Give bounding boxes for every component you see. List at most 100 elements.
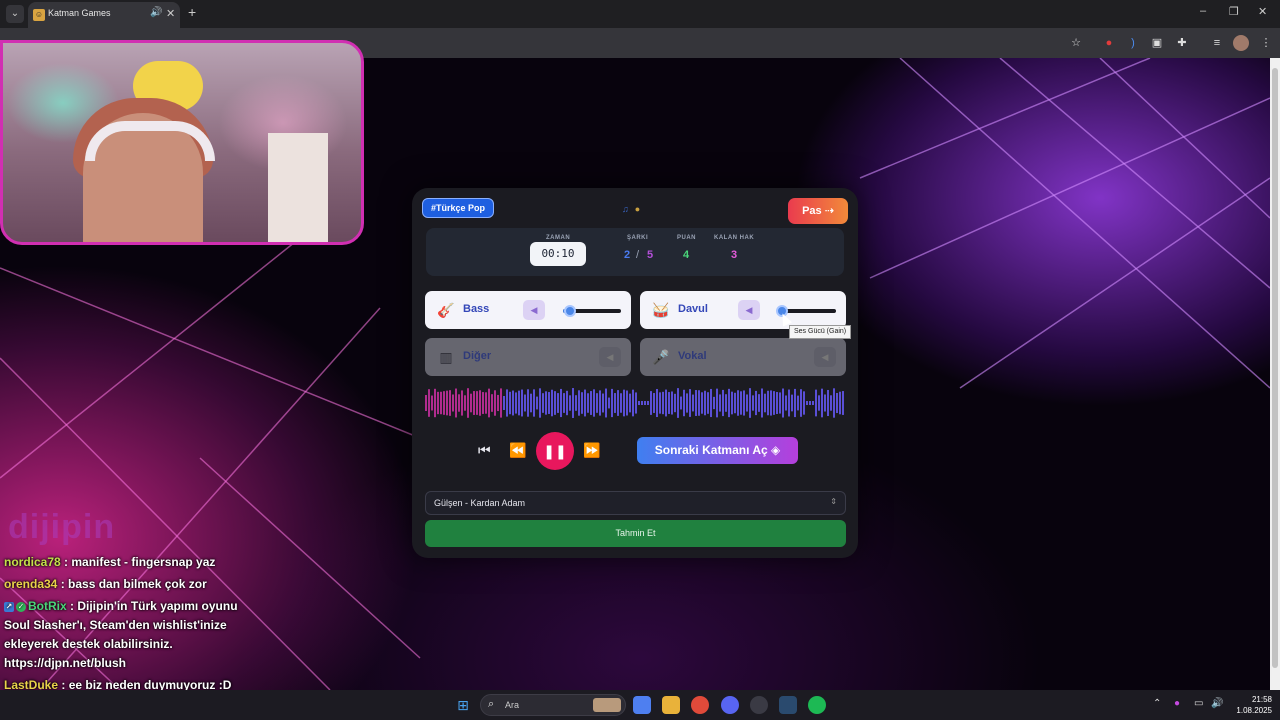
window-minimize-button[interactable]: – — [1200, 5, 1206, 17]
layer-bass[interactable]: 🎸 Bass ◀ — [425, 291, 631, 329]
verified-badge-icon: ✓ — [16, 601, 26, 612]
waveform-bar — [473, 391, 475, 415]
tab-audio-icon[interactable]: 🔊 — [150, 7, 162, 18]
waveform-bar — [485, 392, 487, 414]
discord-icon[interactable] — [721, 696, 739, 714]
pas-button[interactable]: Pas ⇢ — [788, 198, 848, 224]
obs-icon[interactable] — [750, 696, 768, 714]
chat-text: https://djpn.net/blush — [4, 656, 126, 670]
extension-twitch-icon[interactable]: ▣ — [1149, 35, 1165, 51]
davul-mute-button[interactable]: ◀ — [738, 300, 760, 320]
chat-text: : manifest - fingersnap yaz — [60, 555, 216, 569]
waveform-bar — [701, 392, 703, 414]
copilot-icon[interactable] — [633, 696, 651, 714]
tray-chevron-icon[interactable]: ⌃ — [1153, 698, 1161, 709]
time-label: ZAMAN — [546, 235, 571, 241]
file-explorer-icon[interactable] — [662, 696, 680, 714]
waveform-bar — [692, 394, 694, 412]
waveform-bar — [671, 391, 673, 415]
waveform-bar — [761, 388, 763, 418]
waveform-bar — [464, 395, 466, 411]
waveform-bar — [680, 396, 682, 410]
browser-menu-icon[interactable]: ⋮ — [1258, 35, 1274, 51]
waveform-bar — [746, 394, 748, 412]
pause-button[interactable]: ❚❚ — [536, 432, 574, 470]
waveform-bar — [578, 390, 580, 416]
waveform-bar — [425, 395, 427, 411]
dijipin-logo: dijipin — [8, 508, 116, 546]
media-controls-icon[interactable]: ≡ — [1209, 35, 1225, 51]
chat-message: https://djpn.net/blush — [4, 656, 126, 670]
extensions-puzzle-icon[interactable]: ✚ — [1174, 35, 1190, 51]
taskbar-search[interactable]: ⌕ Ara — [480, 694, 626, 716]
vokal-mute-button: ◀ — [814, 347, 836, 367]
waveform-bar — [596, 393, 598, 413]
score-label: PUAN — [677, 235, 697, 241]
rewind-icon[interactable]: ⏪ — [509, 442, 526, 459]
waveform-bar — [581, 392, 583, 414]
microphone-tray-icon[interactable]: ● — [1174, 698, 1180, 709]
waveform-bar — [731, 391, 733, 415]
waveform-bar — [446, 390, 448, 416]
tab-close-icon[interactable]: ✕ — [166, 7, 175, 20]
waveform-bar — [665, 389, 667, 417]
bookmark-star-icon[interactable]: ☆ — [1068, 35, 1084, 51]
waveform-bar — [620, 393, 622, 413]
windows-start-icon[interactable]: ⊞ — [454, 696, 472, 714]
pause-icon: ❚❚ — [543, 443, 567, 459]
waveform-bar — [509, 391, 511, 415]
pas-label: Pas — [802, 205, 822, 217]
waveform-bar — [530, 393, 532, 413]
volume-icon[interactable]: 🔊 — [1211, 698, 1223, 709]
profile-avatar[interactable] — [1233, 35, 1249, 51]
scrollbar-thumb[interactable] — [1272, 68, 1278, 668]
page-scrollbar[interactable] — [1270, 58, 1280, 690]
chat-username: BotRix — [28, 599, 67, 613]
layer-davul[interactable]: 🥁 Davul ◀ — [640, 291, 846, 329]
waveform-bar — [815, 389, 817, 417]
tab-search-chevron-icon[interactable]: ⌄ — [6, 5, 24, 23]
waveform-bar — [716, 388, 718, 418]
waveform-bar — [437, 391, 439, 415]
steam-icon[interactable] — [779, 696, 797, 714]
guitar-icon: 🎸 — [437, 302, 455, 318]
waveform-bar — [758, 394, 760, 412]
waveform-bar — [686, 393, 688, 413]
emoji-icon: ● — [634, 204, 641, 214]
song-select[interactable]: Gülşen - Kardan Adam ⇕ — [425, 491, 846, 515]
skip-back-icon[interactable]: ⏮ — [478, 442, 491, 459]
window-close-button[interactable]: ✕ — [1258, 5, 1267, 18]
chrome-icon[interactable] — [691, 696, 709, 714]
waveform-bar — [659, 392, 661, 414]
waveform-bar — [479, 390, 481, 416]
bass-mute-button[interactable]: ◀ — [523, 300, 545, 320]
extension-audio-icon[interactable]: ) — [1125, 35, 1141, 51]
waveform-bar — [710, 388, 712, 418]
taskbar-clock[interactable]: 21:58 1.08.2025 — [1232, 694, 1272, 716]
browser-tab[interactable]: ☺ Katman Games 🔊 ✕ — [28, 2, 180, 28]
guess-button[interactable]: Tahmin Et — [425, 520, 846, 547]
waveform-bar — [818, 395, 820, 411]
bass-volume-knob[interactable] — [563, 305, 576, 317]
search-icon: ⌕ — [488, 698, 495, 710]
chat-message: Soul Slasher'ı, Steam'den wishlist'inize — [4, 618, 227, 632]
waveform-bar — [812, 401, 814, 405]
audio-waveform[interactable] — [425, 386, 846, 420]
waveform-bar — [800, 389, 802, 417]
spotify-icon[interactable] — [808, 696, 826, 714]
window-maximize-button[interactable]: ❐ — [1229, 5, 1239, 18]
waveform-bar — [767, 390, 769, 416]
bass-volume-slider[interactable] — [563, 305, 621, 317]
waveform-bar — [488, 388, 490, 418]
new-tab-button[interactable]: + — [188, 4, 196, 20]
waveform-bar — [662, 391, 664, 415]
network-icon[interactable]: ▭ — [1194, 698, 1203, 709]
extension-record-icon[interactable]: ● — [1101, 35, 1117, 51]
waveform-bar — [611, 388, 613, 418]
waveform-bar — [569, 395, 571, 411]
waveform-bar — [725, 394, 727, 412]
diger-mute-button: ◀ — [599, 347, 621, 367]
microphone-icon: 🎤 — [652, 349, 670, 365]
next-layer-button[interactable]: Sonraki Katmanı Aç ◈ — [637, 437, 798, 464]
fast-forward-icon[interactable]: ⏩ — [583, 442, 600, 459]
